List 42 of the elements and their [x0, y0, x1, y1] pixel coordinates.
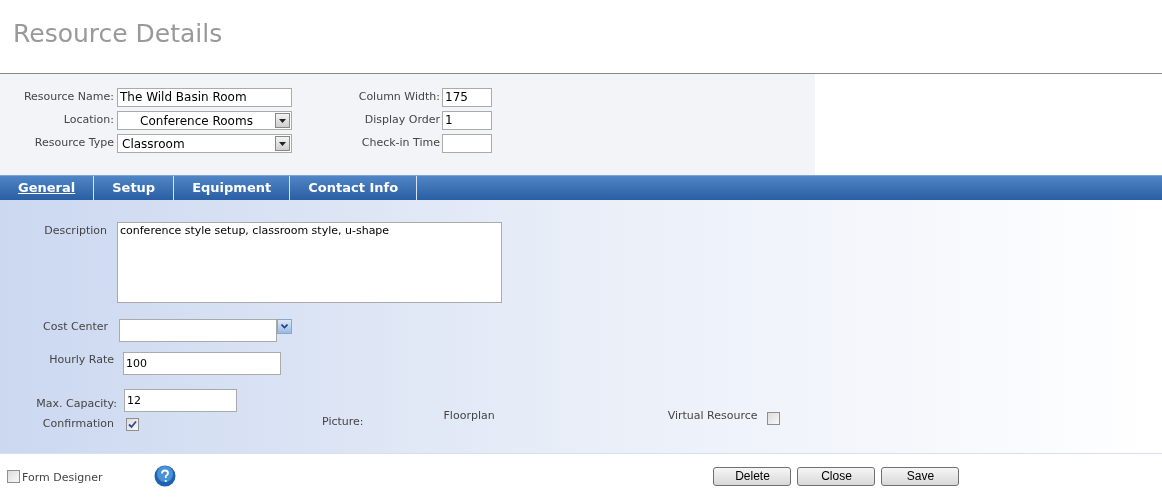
field-label: Confirmation	[41, 415, 114, 432]
field-label: Column Width:	[358, 89, 440, 106]
field-label: Location:	[63, 112, 114, 129]
caret-icon	[279, 141, 286, 146]
field-label: Resource Name:	[23, 89, 114, 106]
checkbox[interactable]	[126, 417, 139, 431]
chevron-down-icon	[281, 324, 288, 329]
input-field[interactable]	[119, 319, 277, 342]
dropdown-field[interactable]: Conference Rooms	[117, 111, 292, 130]
field-label: Picture:	[322, 413, 364, 430]
action-button[interactable]: Save	[881, 466, 960, 486]
picture-value: Floorplan	[443, 407, 495, 424]
checkbox[interactable]	[766, 411, 780, 425]
dropdown-field[interactable]: Classroom	[117, 134, 292, 153]
checkbox-label: Form Designer	[22, 469, 103, 486]
action-button[interactable]: Close	[797, 466, 876, 486]
description-textarea[interactable]: conference style setup, classroom style, u-shape	[117, 222, 502, 303]
caret-icon	[279, 118, 286, 123]
input-field[interactable]: 1	[442, 111, 492, 130]
input-field[interactable]: 175	[442, 88, 492, 107]
input-field[interactable]: The Wild Basin Room	[117, 88, 292, 107]
dropdown-button[interactable]	[275, 136, 290, 151]
field-label: Description	[43, 223, 107, 239]
action-button[interactable]: Delete	[713, 466, 792, 486]
page-title: Resource Details	[13, 18, 224, 50]
checkmark-icon	[128, 419, 137, 429]
field-label: Resource Type	[34, 135, 114, 152]
field-label: Display Order	[364, 112, 440, 129]
help-icon[interactable]	[154, 465, 177, 487]
input-field[interactable]: 12	[124, 389, 237, 412]
checkbox[interactable]	[7, 469, 20, 483]
dropdown-button[interactable]	[277, 319, 292, 334]
input-field[interactable]	[442, 134, 492, 153]
field-label: Cost Center	[42, 319, 108, 335]
dropdown-value: Conference Rooms	[139, 112, 254, 130]
field-label: Hourly Rate	[48, 352, 114, 368]
dropdown-button[interactable]	[275, 113, 290, 128]
field-label: Max. Capacity:	[35, 395, 117, 412]
dropdown-value: Classroom	[121, 135, 186, 153]
input-field[interactable]: 100	[123, 352, 281, 375]
field-label: Virtual Resource	[667, 407, 758, 424]
field-label: Check-in Time	[361, 135, 440, 152]
